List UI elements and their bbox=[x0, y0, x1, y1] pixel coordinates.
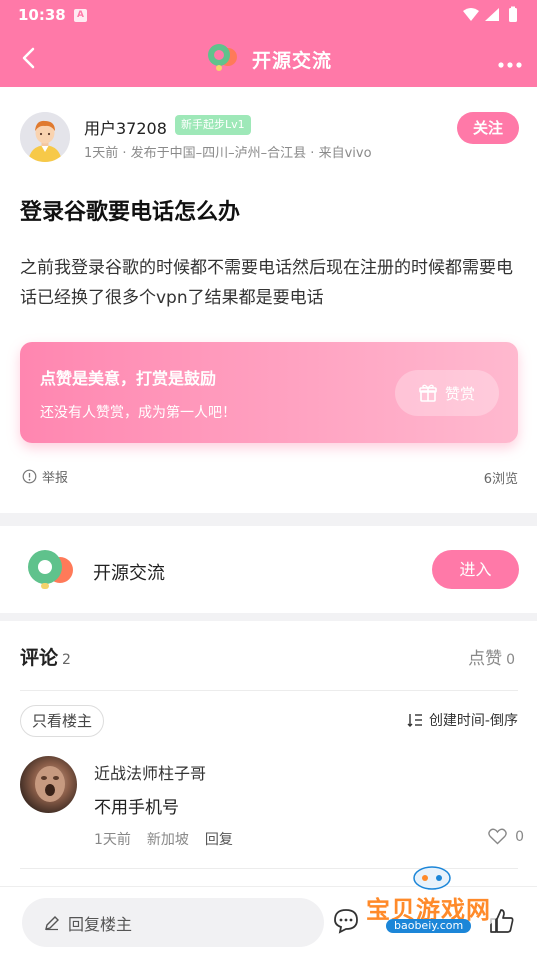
comment-time: 1天前 bbox=[94, 832, 131, 848]
comment-location: 新加坡 bbox=[146, 832, 189, 848]
follow-button[interactable]: 关注 bbox=[457, 112, 519, 144]
watermark-logo: 宝贝游戏网 baobeiy.com bbox=[362, 862, 512, 942]
app-header: 开源交流 bbox=[0, 30, 537, 87]
comment-like-count: 0 bbox=[515, 828, 524, 845]
gift-icon bbox=[419, 384, 437, 402]
section-divider bbox=[0, 513, 537, 526]
comment-meta: 1天前 新加坡 回复 bbox=[94, 829, 233, 849]
comment-icon[interactable] bbox=[332, 907, 360, 935]
enter-forum-button[interactable]: 进入 bbox=[432, 550, 519, 589]
report-label: 举报 bbox=[42, 471, 69, 486]
comments-count: 2 bbox=[62, 652, 71, 668]
reply-placeholder: 回复楼主 bbox=[68, 914, 133, 934]
report-icon bbox=[22, 469, 37, 484]
forum-name[interactable]: 开源交流 bbox=[93, 559, 165, 585]
likes-label: 点赞 bbox=[468, 649, 503, 669]
comment-text: 不用手机号 bbox=[94, 798, 179, 818]
wifi-icon bbox=[463, 8, 479, 21]
heart-icon bbox=[488, 828, 507, 845]
app-indicator-icon: A bbox=[74, 9, 87, 22]
author-avatar[interactable] bbox=[20, 112, 70, 162]
view-count: 6浏览 bbox=[483, 472, 518, 487]
likes-tab[interactable]: 点赞 0 bbox=[468, 644, 515, 669]
comment-like-button[interactable]: 0 bbox=[488, 828, 524, 845]
post-meta: 1天前 · 发布于中国–四川–泸州–合江县 · 来自vivo bbox=[84, 146, 372, 161]
status-time: 10:38 bbox=[18, 6, 66, 24]
reward-button[interactable]: 赞赏 bbox=[395, 370, 499, 416]
section-divider bbox=[0, 613, 537, 621]
watermark-url: baobeiy.com bbox=[386, 919, 472, 933]
pencil-icon bbox=[45, 915, 59, 930]
reward-card: 点赞是美意，打赏是鼓励 还没有人赞赏，成为第一人吧！ 赞赏 bbox=[20, 342, 518, 443]
sort-label: 创建时间-倒序 bbox=[428, 713, 518, 729]
divider bbox=[20, 690, 518, 691]
status-bar: 10:38 A bbox=[0, 0, 537, 30]
sort-toggle[interactable]: 创建时间-倒序 bbox=[407, 710, 518, 730]
only-op-filter-button[interactable]: 只看楼主 bbox=[20, 705, 105, 737]
commenter-avatar[interactable] bbox=[20, 756, 77, 813]
signal-icon bbox=[485, 8, 499, 21]
reward-button-label: 赞赏 bbox=[444, 384, 475, 403]
author-name[interactable]: 用户37208 bbox=[84, 115, 167, 139]
battery-icon bbox=[509, 8, 517, 22]
comment-reply-button[interactable]: 回复 bbox=[205, 829, 233, 849]
comments-header: 评论 2 bbox=[20, 643, 71, 670]
commenter-name[interactable]: 近战法师柱子哥 bbox=[94, 760, 206, 784]
back-arrow-icon[interactable] bbox=[18, 44, 42, 72]
comments-title: 评论 bbox=[20, 647, 59, 669]
likes-count: 0 bbox=[506, 652, 515, 668]
more-dots-icon[interactable] bbox=[497, 54, 523, 68]
reward-subtitle: 还没有人赞赏，成为第一人吧！ bbox=[40, 405, 236, 421]
header-title-group: 开源交流 bbox=[206, 44, 332, 74]
reward-title: 点赞是美意，打赏是鼓励 bbox=[40, 369, 217, 388]
forum-logo-icon bbox=[26, 548, 78, 592]
level-badge: 新手起步Lv1 bbox=[175, 115, 251, 135]
sort-icon bbox=[407, 714, 422, 727]
forum-row: 开源交流 进入 bbox=[0, 526, 537, 613]
page-title: 开源交流 bbox=[252, 49, 333, 72]
post-body: 之前我登录谷歌的时候都不需要电话然后现在注册的时候都需要电话已经换了很多个vpn… bbox=[20, 258, 513, 308]
post-title: 登录谷歌要电话怎么办 bbox=[20, 200, 241, 225]
forum-logo-icon bbox=[206, 42, 240, 76]
report-link[interactable]: 举报 bbox=[22, 467, 68, 486]
reply-input[interactable]: 回复楼主 bbox=[22, 898, 324, 947]
system-icons bbox=[461, 6, 521, 28]
